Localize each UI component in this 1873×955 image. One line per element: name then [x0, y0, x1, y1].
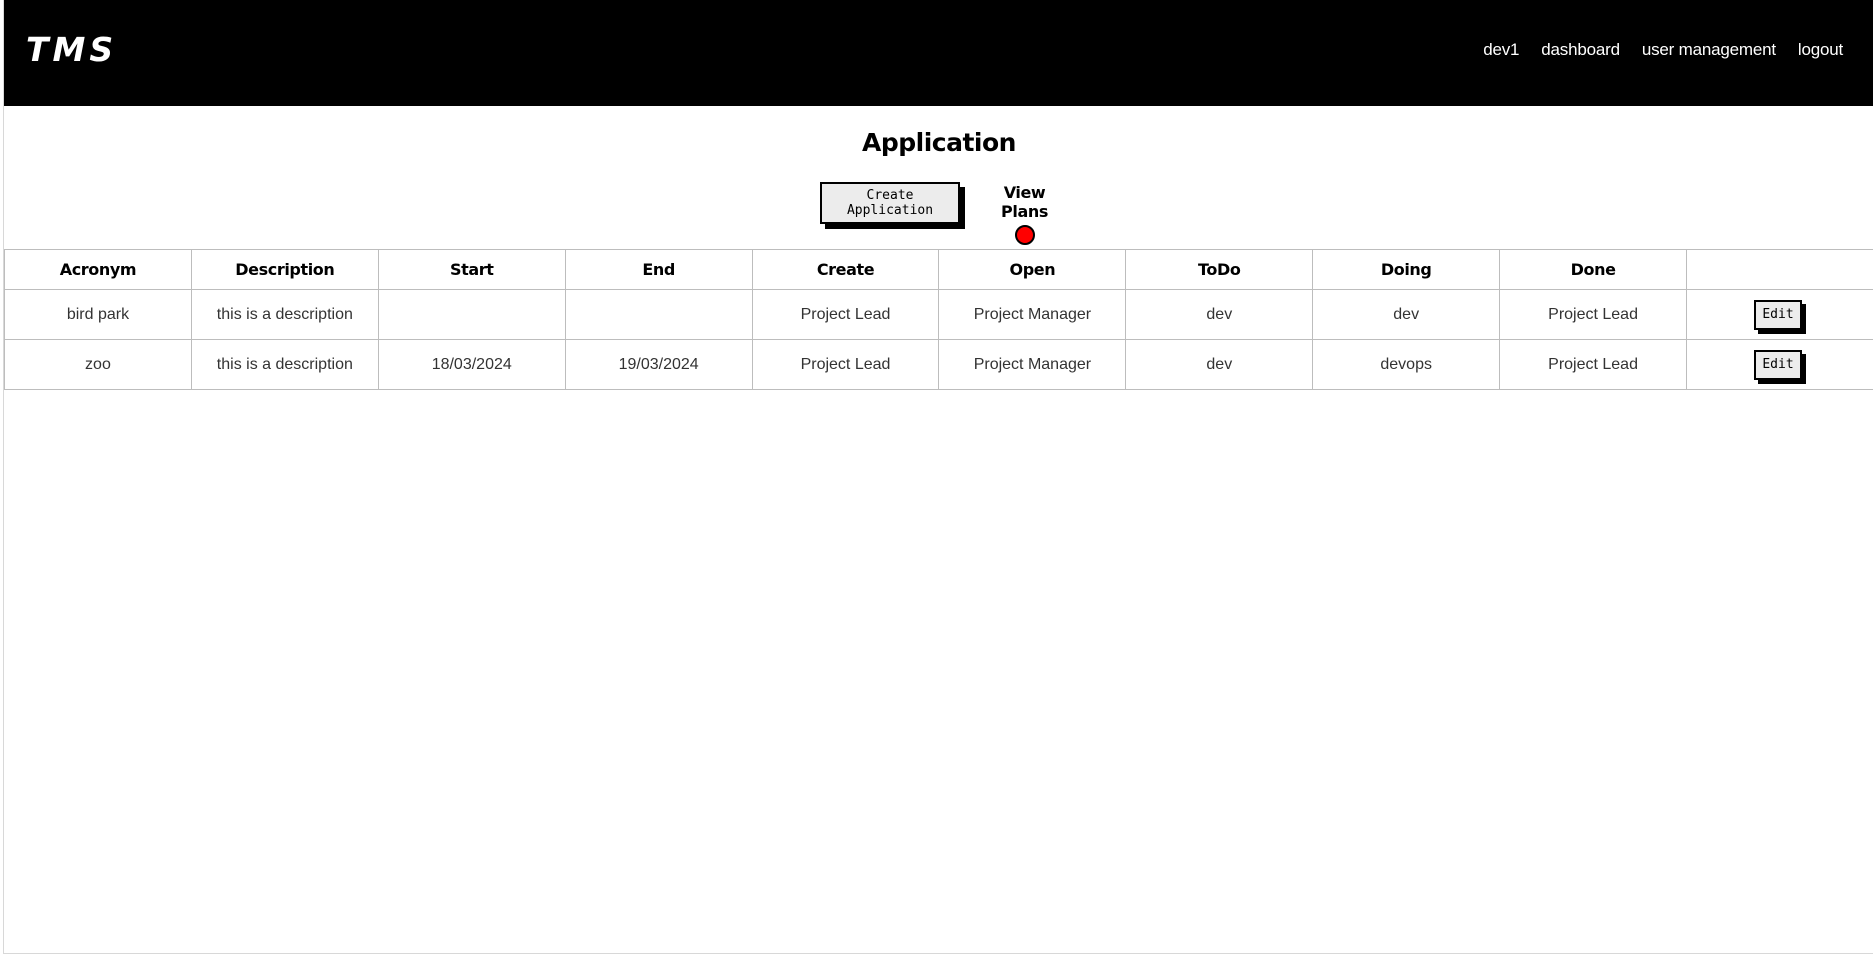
view-plans-control: View Plans: [982, 183, 1067, 245]
page-title: Application: [862, 128, 1016, 157]
column-header-description: Description: [190, 249, 379, 290]
nav-user[interactable]: dev1: [1483, 40, 1519, 60]
cell-done: Project Lead: [1499, 339, 1688, 390]
column-header-actions: [1686, 249, 1873, 290]
cell-acronym: zoo: [4, 339, 192, 390]
nav-links: dev1 dashboard user management logout: [1483, 40, 1843, 60]
top-navbar: TMS dev1 dashboard user management logou…: [4, 0, 1873, 106]
nav-logout[interactable]: logout: [1798, 40, 1843, 60]
cell-todo: dev: [1125, 289, 1314, 340]
column-header-open: Open: [938, 249, 1127, 290]
column-header-done: Done: [1499, 249, 1688, 290]
cell-start: 18/03/2024: [377, 339, 566, 390]
edit-button[interactable]: Edit: [1754, 349, 1802, 380]
view-plans-toggle[interactable]: [1014, 225, 1035, 245]
cell-create: Project Lead: [751, 289, 940, 340]
cell-todo: dev: [1125, 339, 1314, 390]
column-header-create: Create: [751, 249, 940, 290]
cell-doing: devops: [1312, 339, 1501, 390]
column-header-acronym: Acronym: [4, 249, 192, 290]
create-application-button[interactable]: Create Application: [820, 182, 960, 224]
cell-end: 19/03/2024: [564, 339, 753, 390]
cell-actions: Edit: [1686, 339, 1873, 390]
cell-end: [564, 289, 753, 340]
column-header-todo: ToDo: [1125, 249, 1314, 290]
cell-description: this is a description: [190, 339, 379, 390]
edit-button[interactable]: Edit: [1754, 299, 1802, 330]
table-row: bird park this is a description Project …: [4, 289, 1873, 340]
cell-actions: Edit: [1686, 289, 1873, 340]
nav-user-management[interactable]: user management: [1642, 40, 1776, 60]
column-header-end: End: [564, 249, 753, 290]
cell-acronym: bird park: [4, 289, 192, 340]
table-header-row: Acronym Description Start End Create Ope…: [4, 249, 1873, 290]
view-plans-label: View Plans: [1001, 183, 1048, 221]
nav-dashboard[interactable]: dashboard: [1541, 40, 1620, 60]
column-header-start: Start: [377, 249, 566, 290]
cell-description: this is a description: [190, 289, 379, 340]
cell-start: [377, 289, 566, 340]
applications-table: Acronym Description Start End Create Ope…: [4, 249, 1873, 390]
cell-create: Project Lead: [751, 339, 940, 390]
cell-open: Project Manager: [938, 339, 1127, 390]
app-frame: TMS dev1 dashboard user management logou…: [3, 0, 1873, 954]
cell-done: Project Lead: [1499, 289, 1688, 340]
brand-logo[interactable]: TMS: [26, 30, 117, 69]
cell-open: Project Manager: [938, 289, 1127, 340]
table-row: zoo this is a description 18/03/2024 19/…: [4, 339, 1873, 390]
cell-doing: dev: [1312, 289, 1501, 340]
column-header-doing: Doing: [1312, 249, 1501, 290]
